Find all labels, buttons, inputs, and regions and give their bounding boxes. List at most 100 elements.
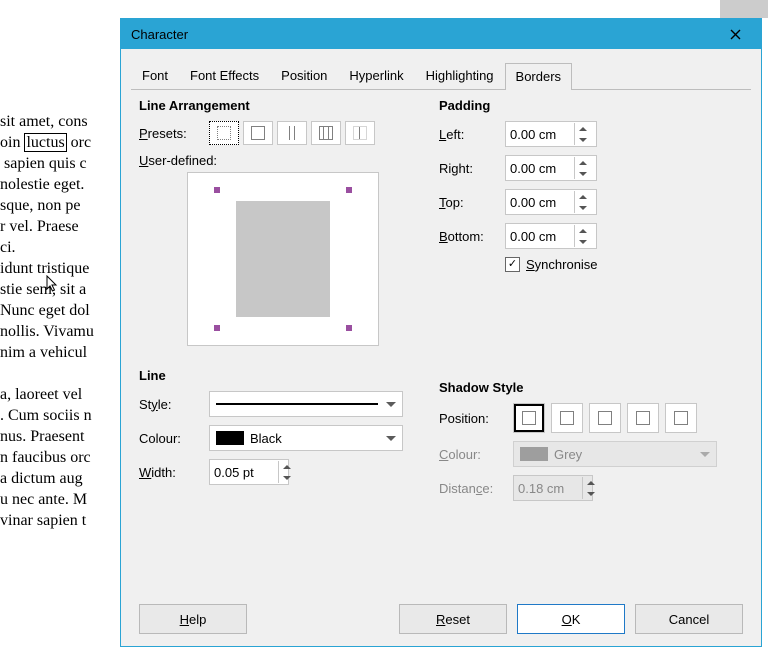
user-defined-label: User-defined: bbox=[139, 153, 419, 168]
spin-up bbox=[583, 477, 599, 488]
reset-button[interactable]: Reset bbox=[399, 604, 507, 634]
dialog-title: Character bbox=[131, 27, 717, 42]
padding-left-label: Left: bbox=[439, 127, 505, 142]
doc-line: r vel. Praese bbox=[0, 218, 79, 235]
padding-bottom-label: Bottom: bbox=[439, 229, 505, 244]
shadow-distance-label: Distance: bbox=[439, 481, 513, 496]
cancel-button[interactable]: Cancel bbox=[635, 604, 743, 634]
doc-line: oin bbox=[0, 134, 24, 151]
check-icon: ✓ bbox=[508, 259, 517, 270]
padding-title: Padding bbox=[439, 98, 739, 113]
line-colour-value: Black bbox=[250, 431, 282, 446]
doc-line: nollis. Vivamu bbox=[0, 323, 94, 340]
tab-font-effects[interactable]: Font Effects bbox=[179, 62, 270, 89]
line-width-spinner[interactable] bbox=[209, 459, 289, 485]
spin-down[interactable] bbox=[279, 472, 295, 483]
preview-inner-rect bbox=[236, 201, 330, 317]
line-colour-combo[interactable]: Black bbox=[209, 425, 403, 451]
shadow-pos-none[interactable] bbox=[513, 403, 545, 433]
shadow-colour-value: Grey bbox=[554, 447, 582, 462]
spin-up[interactable] bbox=[575, 123, 591, 134]
preview-handle[interactable] bbox=[346, 187, 352, 193]
line-width-label: Width: bbox=[139, 465, 209, 480]
spin-down[interactable] bbox=[575, 168, 591, 179]
doc-line: nim a vehicul bbox=[0, 344, 87, 361]
dialog-footer: Help Reset OK Cancel bbox=[121, 592, 761, 646]
padding-left-input[interactable] bbox=[506, 123, 574, 145]
shadow-pos-5[interactable] bbox=[665, 403, 697, 433]
spin-up[interactable] bbox=[575, 157, 591, 168]
line-width-input[interactable] bbox=[210, 461, 278, 483]
padding-top-input[interactable] bbox=[506, 191, 574, 213]
chevron-down-icon bbox=[386, 402, 396, 407]
tab-highlighting[interactable]: Highlighting bbox=[415, 62, 505, 89]
preview-handle[interactable] bbox=[214, 325, 220, 331]
preset-boxed-pair[interactable] bbox=[311, 121, 341, 145]
shadow-colour-combo: Grey bbox=[513, 441, 717, 467]
spin-down[interactable] bbox=[575, 236, 591, 247]
user-defined-preview[interactable] bbox=[187, 172, 379, 346]
shadow-pos-2[interactable] bbox=[551, 403, 583, 433]
doc-line: sque, non pe bbox=[0, 197, 80, 214]
tab-hyperlink[interactable]: Hyperlink bbox=[338, 62, 414, 89]
padding-top-spinner[interactable] bbox=[505, 189, 597, 215]
doc-line: u nec ante. M bbox=[0, 491, 87, 508]
shadow-pos-3[interactable] bbox=[589, 403, 621, 433]
doc-line: ci. bbox=[0, 239, 16, 256]
doc-line: a dictum aug bbox=[0, 470, 83, 487]
doc-line: stie sem, sit a bbox=[0, 281, 86, 298]
titlebar[interactable]: Character bbox=[121, 19, 761, 49]
synchronise-checkbox[interactable]: ✓ bbox=[505, 257, 520, 272]
doc-line: sapien quis c bbox=[0, 155, 87, 172]
doc-line: a, laoreet vel bbox=[0, 386, 86, 403]
shadow-style-title: Shadow Style bbox=[439, 380, 739, 395]
preset-box[interactable] bbox=[243, 121, 273, 145]
doc-line: n faucibus orc bbox=[0, 449, 91, 466]
shadow-distance-input bbox=[514, 477, 582, 499]
doc-line: . Cum sociis n bbox=[0, 407, 92, 424]
spin-down[interactable] bbox=[575, 202, 591, 213]
tab-strip: Font Font Effects Position Hyperlink Hig… bbox=[131, 59, 751, 90]
spin-down bbox=[583, 488, 599, 499]
shadow-position-label: Position: bbox=[439, 411, 513, 426]
close-button[interactable] bbox=[717, 20, 753, 48]
spin-down[interactable] bbox=[575, 134, 591, 145]
tab-content: Line Arrangement Presets: User-defined: bbox=[121, 90, 761, 104]
help-button[interactable]: Help bbox=[139, 604, 247, 634]
line-title: Line bbox=[139, 368, 419, 383]
padding-bottom-spinner[interactable] bbox=[505, 223, 597, 249]
padding-left-spinner[interactable] bbox=[505, 121, 597, 147]
doc-line: Nunc eget dol bbox=[0, 302, 90, 319]
doc-line: sit amet, cons bbox=[0, 113, 88, 130]
preset-inner[interactable] bbox=[345, 121, 375, 145]
padding-bottom-input[interactable] bbox=[506, 225, 574, 247]
synchronise-label: Synchronise bbox=[526, 257, 598, 272]
line-arrangement-title: Line Arrangement bbox=[139, 98, 419, 113]
spin-up[interactable] bbox=[575, 225, 591, 236]
presets-label: Presets: bbox=[139, 126, 209, 141]
padding-right-input[interactable] bbox=[506, 157, 574, 179]
chevron-down-icon bbox=[700, 452, 710, 457]
colour-swatch bbox=[216, 431, 244, 445]
tab-font[interactable]: Font bbox=[131, 62, 179, 89]
character-dialog: Character Font Font Effects Position Hyp… bbox=[120, 18, 762, 647]
doc-line: nolestie eget. bbox=[0, 176, 84, 193]
spin-up[interactable] bbox=[279, 461, 295, 472]
preset-none[interactable] bbox=[209, 121, 239, 145]
colour-swatch bbox=[520, 447, 548, 461]
ok-button[interactable]: OK bbox=[517, 604, 625, 634]
style-label: Style: bbox=[139, 397, 209, 412]
line-style-combo[interactable] bbox=[209, 391, 403, 417]
preview-handle[interactable] bbox=[346, 325, 352, 331]
line-style-preview bbox=[216, 403, 378, 405]
preset-left-right[interactable] bbox=[277, 121, 307, 145]
shadow-distance-spinner bbox=[513, 475, 593, 501]
spin-up[interactable] bbox=[575, 191, 591, 202]
doc-boxed-word: luctus bbox=[24, 133, 66, 152]
preview-handle[interactable] bbox=[214, 187, 220, 193]
doc-line: vinar sapien t bbox=[0, 512, 86, 529]
tab-borders[interactable]: Borders bbox=[505, 63, 573, 90]
shadow-pos-4[interactable] bbox=[627, 403, 659, 433]
padding-right-spinner[interactable] bbox=[505, 155, 597, 181]
tab-position[interactable]: Position bbox=[270, 62, 338, 89]
